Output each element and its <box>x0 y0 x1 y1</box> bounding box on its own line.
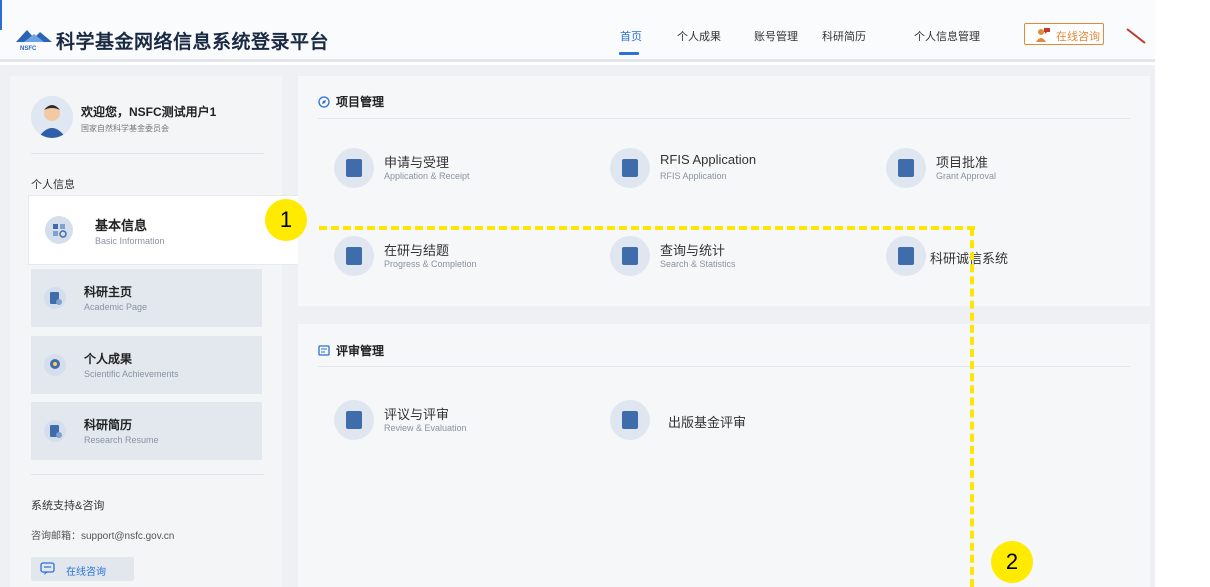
annotation-callout-1: 1 <box>265 199 307 241</box>
tile-subtitle: Review & Evaluation <box>384 423 467 433</box>
project-management-panel: 项目管理 申请与受理 Application & Receipt RFIS Ap… <box>298 76 1150 306</box>
online-consult-label: 在线咨询 <box>1056 31 1100 43</box>
tile-subtitle: Progress & Completion <box>384 259 477 269</box>
database-icon <box>610 400 650 440</box>
personal-info-heading: 个人信息 <box>31 179 75 191</box>
basic-info-icon <box>45 216 73 244</box>
sidebar-item-subtitle: Research Resume <box>84 435 159 445</box>
tile-progress-completion[interactable]: 在研与结题 Progress & Completion <box>334 236 574 280</box>
sidebar-divider <box>31 474 264 475</box>
tile-subtitle: Application & Receipt <box>384 171 470 181</box>
tile-title: 项目批准 <box>936 155 989 170</box>
tile-title: 在研与结题 <box>384 243 450 258</box>
support-heading: 系统支持&咨询 <box>31 500 105 512</box>
support-email: 咨询邮箱：support@nsfc.gov.cn <box>31 531 175 542</box>
sidebar-item-title: 个人成果 <box>84 352 133 366</box>
tile-review-evaluation[interactable]: 评议与评审 Review & Evaluation <box>334 400 574 444</box>
project-management-heading: 项目管理 <box>318 93 384 110</box>
panel-heading-text: 项目管理 <box>336 95 385 109</box>
tile-title: 申请与受理 <box>384 155 450 170</box>
academic-page-icon <box>44 287 66 309</box>
page-margin <box>1155 0 1210 587</box>
nav-account[interactable]: 账号管理 <box>754 28 798 44</box>
tile-rfis-application[interactable]: RFIS Application RFIS Application <box>610 148 850 192</box>
sidebar-item-subtitle: Scientific Achievements <box>84 369 179 379</box>
tile-grant-approval[interactable]: 项目批准 Grant Approval <box>886 148 1126 192</box>
tile-title: 科研诚信系统 <box>930 251 1009 266</box>
sidebar-item-title: 基本信息 <box>95 218 148 233</box>
pen-icon[interactable] <box>1125 25 1147 47</box>
chat-bubble-icon <box>40 562 55 575</box>
sidebar-item-title: 科研主页 <box>84 285 133 299</box>
bar-chart-icon <box>610 236 650 276</box>
tile-title: 查询与统计 <box>660 243 726 258</box>
window-edge-accent <box>0 0 2 30</box>
user-organization: 国家自然科学基金委员会 <box>81 124 169 133</box>
review-management-heading: 评审管理 <box>318 342 384 359</box>
sidebar-item-resume[interactable]: 科研简历 Research Resume <box>31 402 262 460</box>
tile-title: RFIS Application <box>660 152 757 167</box>
user-avatar-icon <box>31 96 73 138</box>
progress-document-icon <box>334 236 374 276</box>
resume-icon <box>44 420 66 442</box>
review-list-icon <box>318 345 330 356</box>
sidebar-item-title: 科研简历 <box>84 418 133 432</box>
tile-subtitle: Grant Approval <box>936 171 997 181</box>
sidebar-divider <box>31 153 264 154</box>
sidebar-item-subtitle: Basic Information <box>95 236 165 246</box>
sidebar-item-subtitle: Academic Page <box>84 302 148 312</box>
online-consult-button[interactable]: 在线咨询 <box>1024 23 1104 45</box>
compass-icon <box>318 96 330 108</box>
welcome-text: 欢迎您，NSFC测试用户1 <box>81 105 217 119</box>
tile-subtitle: Search & Statistics <box>660 259 736 269</box>
tile-publication-fund-review[interactable]: 出版基金评审 <box>610 400 850 444</box>
nav-personal-info[interactable]: 个人信息管理 <box>914 28 980 44</box>
app-title: 科学基金网络信息系统登录平台 <box>56 32 330 53</box>
sidebar-item-academic-page[interactable]: 科研主页 Academic Page <box>31 269 262 327</box>
support-consult-label: 在线咨询 <box>66 567 106 578</box>
archive-icon <box>610 148 650 188</box>
sidebar-item-basic-info[interactable]: 基本信息 Basic Information <box>29 196 300 264</box>
approval-stamp-icon <box>886 148 926 188</box>
annotation-callout-2: 2 <box>991 541 1033 583</box>
panel-divider <box>318 366 1130 367</box>
nav-home[interactable]: 首页 <box>620 28 642 44</box>
checklist-icon <box>334 400 374 440</box>
annotation-dashed-line-horizontal <box>319 226 975 230</box>
tile-research-integrity[interactable]: 科研诚信系统 <box>886 236 1126 280</box>
nav-achievements[interactable]: 个人成果 <box>677 28 721 44</box>
tile-title: 出版基金评审 <box>668 415 747 430</box>
nav-active-indicator <box>619 52 639 55</box>
avatar <box>31 96 73 138</box>
achievement-medal-icon <box>44 354 66 376</box>
tile-title: 评议与评审 <box>384 407 450 422</box>
panel-divider <box>318 118 1130 119</box>
sidebar-item-achievements[interactable]: 个人成果 Scientific Achievements <box>31 336 262 394</box>
tile-application-receipt[interactable]: 申请与受理 Application & Receipt <box>334 148 574 192</box>
nsfc-logo-icon: NSFC <box>16 30 52 52</box>
annotation-dashed-line-vertical <box>970 228 974 587</box>
tile-subtitle: RFIS Application <box>660 171 727 181</box>
nav-resume[interactable]: 科研简历 <box>822 28 866 44</box>
logo-wordmark: NSFC <box>20 46 37 52</box>
tile-search-statistics[interactable]: 查询与统计 Search & Statistics <box>610 236 850 280</box>
support-consult-button[interactable]: 在线咨询 <box>31 557 134 581</box>
graduate-cap-icon <box>886 236 926 276</box>
panel-heading-text: 评审管理 <box>336 344 385 358</box>
consult-person-icon <box>1036 28 1050 42</box>
edit-document-icon <box>334 148 374 188</box>
